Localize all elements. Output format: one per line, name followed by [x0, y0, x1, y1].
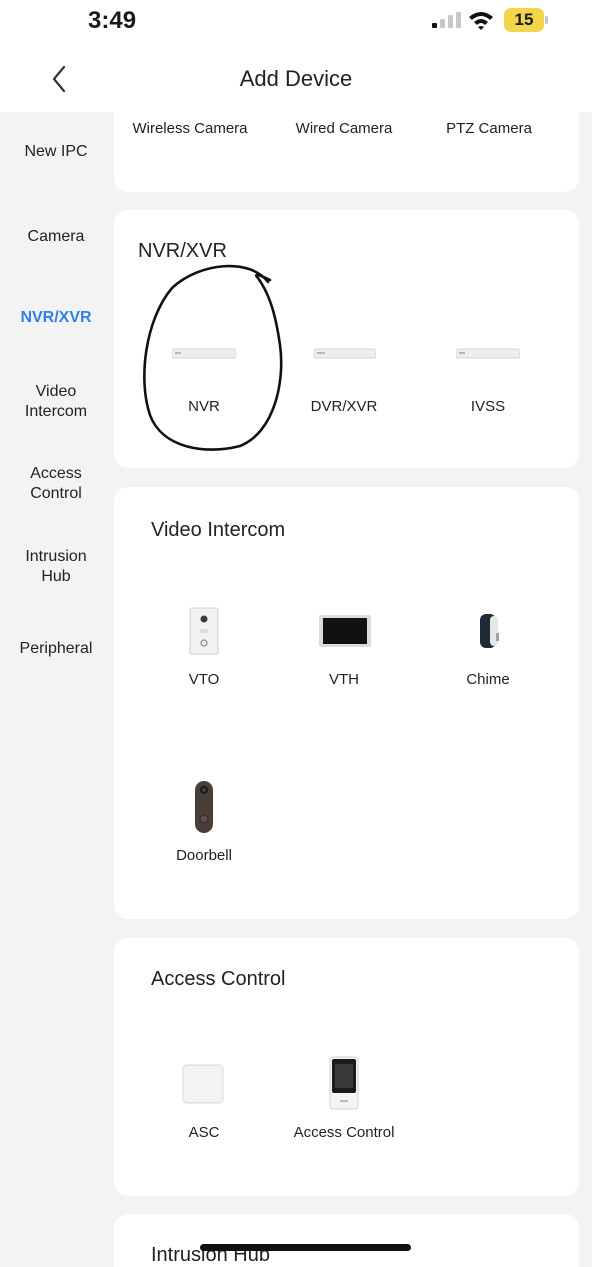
- sidebar-item-intrusion-hub[interactable]: Intrusion Hub: [0, 547, 112, 587]
- sidebar-item-video-intercom[interactable]: Video Intercom: [0, 382, 112, 422]
- doorbell-icon: [195, 781, 213, 833]
- device-vth[interactable]: VTH: [274, 607, 414, 697]
- ivss-server-icon: [456, 348, 520, 359]
- page-title: Add Device: [239, 66, 353, 91]
- wifi-icon: [469, 12, 493, 30]
- nvr-xvr-section: NVR/XVR NVR DVR/XVR IVSS: [114, 210, 579, 468]
- device-vto[interactable]: VTO: [134, 607, 274, 697]
- cellular-signal-icon: [432, 12, 461, 28]
- device-access-control[interactable]: Access Control: [274, 1056, 414, 1146]
- access-control-section: Access Control ASC Access Control: [114, 938, 579, 1196]
- device-doorbell[interactable]: Doorbell: [134, 781, 274, 871]
- device-ivss[interactable]: IVSS: [418, 348, 558, 428]
- dvr-recorder-icon: [314, 348, 376, 359]
- access-control-terminal-icon: [329, 1056, 359, 1110]
- status-bar: 3:49 15: [0, 0, 592, 40]
- sidebar-item-peripheral[interactable]: Peripheral: [0, 639, 112, 659]
- vth-indoor-monitor-icon: [319, 615, 371, 647]
- new-ipc-section: Wireless Camera Wired Camera PTZ Camera: [114, 112, 579, 192]
- section-title-video-intercom: Video Intercom: [151, 519, 286, 541]
- add-device-screen: 3:49 15 Add Device New IPC Camera NVR/XV…: [0, 0, 592, 1267]
- nvr-recorder-icon: [172, 348, 236, 359]
- home-indicator: [200, 1244, 411, 1251]
- device-nvr[interactable]: NVR: [134, 348, 274, 428]
- vto-door-station-icon: [189, 607, 219, 655]
- sidebar-item-camera[interactable]: Camera: [0, 227, 112, 247]
- nav-bar: Add Device: [0, 40, 592, 112]
- device-dvr-xvr[interactable]: DVR/XVR: [274, 348, 414, 428]
- battery-level: 15: [514, 10, 534, 29]
- status-time: 3:49: [88, 7, 137, 34]
- sidebar-item-new-ipc[interactable]: New IPC: [0, 142, 112, 162]
- asc-controller-icon: [182, 1064, 224, 1104]
- intrusion-hub-section: Intrusion Hub: [114, 1214, 579, 1267]
- device-asc[interactable]: ASC: [134, 1056, 274, 1146]
- sidebar-item-access-control[interactable]: Access Control: [0, 464, 112, 504]
- section-title-nvr-xvr: NVR/XVR: [138, 240, 227, 262]
- category-sidebar: New IPC Camera NVR/XVR Video Intercom Ac…: [0, 112, 112, 1267]
- battery-indicator: 15: [504, 8, 548, 32]
- video-intercom-section: Video Intercom VTO VTH Chime Doorbell: [114, 487, 579, 919]
- sidebar-item-nvr-xvr[interactable]: NVR/XVR: [0, 308, 112, 328]
- device-chime[interactable]: Chime: [418, 607, 558, 697]
- chime-icon: [480, 614, 499, 648]
- section-title-access-control: Access Control: [151, 968, 286, 990]
